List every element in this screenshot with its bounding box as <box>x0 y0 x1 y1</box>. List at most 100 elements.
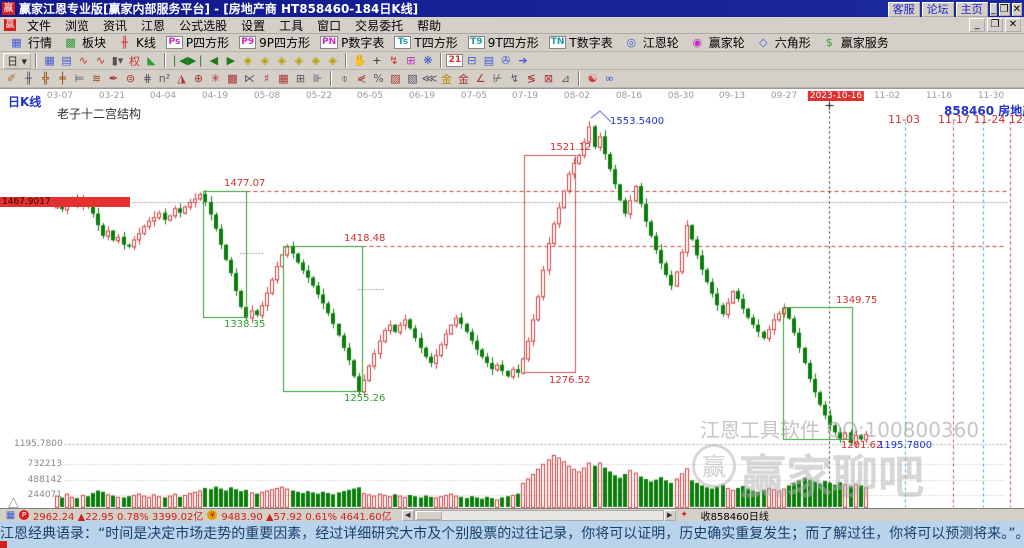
kline-mini-2[interactable]: ∿ <box>92 53 109 69</box>
scroll-right-button[interactable]: ▶ <box>663 509 676 521</box>
child-minimize-button[interactable]: _ <box>969 18 985 32</box>
menu-交易委托[interactable]: 交易委托 <box>348 17 410 34</box>
export[interactable]: ➔ <box>514 53 531 69</box>
nav-prev[interactable]: ◀ <box>205 53 222 69</box>
ruler-tool[interactable]: ⋕ <box>139 71 156 87</box>
gold2-tool[interactable]: 金 <box>455 71 472 87</box>
toolbar-p-number-table[interactable]: PN P数字表 <box>320 34 384 51</box>
save[interactable]: ✇ <box>497 53 514 69</box>
menu-窗口[interactable]: 窗口 <box>310 17 348 34</box>
comb-tool-2[interactable]: ╪ <box>54 71 71 87</box>
toolbar-9p-square[interactable]: P9 9P四方形 <box>239 34 310 51</box>
gann-nav-6[interactable]: ◈ <box>324 53 341 69</box>
pct-tool[interactable]: % <box>370 71 387 87</box>
toolbar-sectors[interactable]: ▩ 板块 <box>62 34 106 51</box>
box-x-tool[interactable]: ⊠ <box>540 71 557 87</box>
gann-nav-1[interactable]: ◈ <box>239 53 256 69</box>
toolbar-market-quotes[interactable]: ▦ 行情 <box>8 34 52 51</box>
nav-last[interactable]: ▶❘ <box>188 53 206 69</box>
child-close-button[interactable]: ✕ <box>1005 18 1021 32</box>
angle-tool[interactable]: ∠ <box>472 71 489 87</box>
toolbar-p-square[interactable]: Ps P四方形 <box>165 34 229 51</box>
yinyang-icon[interactable]: ☯ <box>584 71 601 87</box>
waves-tool[interactable]: ⋘ <box>421 71 438 87</box>
fan-tool[interactable]: ⋞ <box>353 71 370 87</box>
pen-tool[interactable]: ✐ <box>3 71 20 87</box>
gann-nav-3[interactable]: ◈ <box>273 53 290 69</box>
n2-tool[interactable]: n² <box>156 71 173 87</box>
toolbar-hexagon[interactable]: ◇ 六角形 <box>755 34 811 51</box>
boxplus-tool[interactable]: ⊞ <box>292 71 309 87</box>
close-button[interactable]: ✕ <box>1011 3 1022 16</box>
scroll-left-button[interactable]: ◀ <box>401 509 414 521</box>
period-day-selector[interactable]: 日 ▾ <box>3 52 32 69</box>
circle-cross-tool[interactable]: ⊜ <box>122 71 139 87</box>
titlebar-link-3[interactable]: 主页 <box>955 1 988 17</box>
zigzag-tool[interactable]: ↯ <box>385 53 402 69</box>
nav-next[interactable]: ▶ <box>222 53 239 69</box>
minimize-button[interactable]: _ <box>989 3 997 16</box>
shade2-tool[interactable]: ▧ <box>404 71 421 87</box>
menu-设置[interactable]: 设置 <box>234 17 272 34</box>
gold-tool[interactable]: 金 <box>438 71 455 87</box>
menu-文件[interactable]: 文件 <box>20 17 58 34</box>
wave-tool[interactable]: ≋ <box>88 71 105 87</box>
toolbar-t-square[interactable]: Ts T四方形 <box>394 34 458 51</box>
hatch-tool[interactable]: ╫ <box>20 71 37 87</box>
toolbar-9t-square[interactable]: T9 9T四方形 <box>467 34 539 51</box>
toolbar-winner-wheel[interactable]: ◉ 赢家轮 <box>689 34 744 51</box>
fe-tool[interactable]: ⊬ <box>489 71 506 87</box>
toolbar-winner-service[interactable]: $ 赢家服务 <box>821 34 889 51</box>
bowtie-tool[interactable]: ⋉ <box>241 71 258 87</box>
minute-chart[interactable]: ▦ <box>41 53 58 69</box>
sharp-tool[interactable]: ♯ <box>258 71 275 87</box>
menu-工具[interactable]: 工具 <box>272 17 310 34</box>
menu-资讯[interactable]: 资讯 <box>96 17 134 34</box>
toolbar-kline[interactable]: ╫ K线 <box>116 34 156 51</box>
dense-grid-tool[interactable]: ▩ <box>224 71 241 87</box>
scrollbar-thumb[interactable] <box>415 510 442 520</box>
candle-style[interactable]: ▮▾ <box>109 53 126 69</box>
pattern-tool[interactable]: ❋ <box>419 53 436 69</box>
infinity-icon[interactable]: ∞ <box>601 71 618 87</box>
half-triangle-tool[interactable]: ◮ <box>173 71 190 87</box>
scrollbar-track[interactable] <box>413 509 664 521</box>
gann-nav-2[interactable]: ◈ <box>256 53 273 69</box>
grid-tool[interactable]: ⊞ <box>402 53 419 69</box>
chart-scrollbar[interactable]: ◀ ▶ <box>401 509 676 521</box>
level-tool[interactable]: ⊨ <box>71 71 88 87</box>
pin-tool[interactable]: ⊪ <box>309 71 326 87</box>
titlebar-link-1[interactable]: 客服 <box>887 1 920 17</box>
calculator[interactable]: ⊟ <box>463 53 480 69</box>
menu-浏览[interactable]: 浏览 <box>58 17 96 34</box>
menu-江恩[interactable]: 江恩 <box>134 17 172 34</box>
menu-帮助[interactable]: 帮助 <box>410 17 448 34</box>
calendar-21[interactable]: 21 <box>446 54 464 67</box>
ex-rights[interactable]: 权 <box>126 53 143 69</box>
restore-button[interactable]: ❐ <box>998 3 1010 16</box>
comb-tool-1[interactable]: ╬ <box>37 71 54 87</box>
indicator-flag[interactable]: ◣ <box>143 53 160 69</box>
menu-公式选股[interactable]: 公式选股 <box>172 17 234 34</box>
titlebar-link-2[interactable]: 论坛 <box>921 1 954 17</box>
toolbar-gann-wheel[interactable]: ◎ 江恩轮 <box>623 34 678 51</box>
gann-nav-4[interactable]: ◈ <box>290 53 307 69</box>
toolbar-t-number-table[interactable]: TN T数字表 <box>548 34 613 51</box>
shade1-tool[interactable]: ▨ <box>387 71 404 87</box>
clamp-tool[interactable]: ⌽ <box>336 71 353 87</box>
target-tool[interactable]: ⊕ <box>190 71 207 87</box>
steps-tool[interactable]: ≶ <box>523 71 540 87</box>
child-restore-button[interactable]: ❐ <box>987 18 1003 32</box>
grid2-tool[interactable]: ▦ <box>275 71 292 87</box>
slope-tool[interactable]: ⊿ <box>557 71 574 87</box>
nav-first[interactable]: ❘◀ <box>170 53 188 69</box>
hand-tool[interactable]: ✋ <box>351 53 368 69</box>
lightning-tool[interactable]: ↯ <box>506 71 523 87</box>
pen2-tool[interactable]: ✒ <box>105 71 122 87</box>
star-tool[interactable]: ✳ <box>207 71 224 87</box>
gann-nav-5[interactable]: ◈ <box>307 53 324 69</box>
kline-mini-1[interactable]: ∿ <box>75 53 92 69</box>
crosshair-tool[interactable]: + <box>368 53 385 69</box>
notepad[interactable]: ▤ <box>480 53 497 69</box>
f10-info[interactable]: ▤ <box>58 53 75 69</box>
